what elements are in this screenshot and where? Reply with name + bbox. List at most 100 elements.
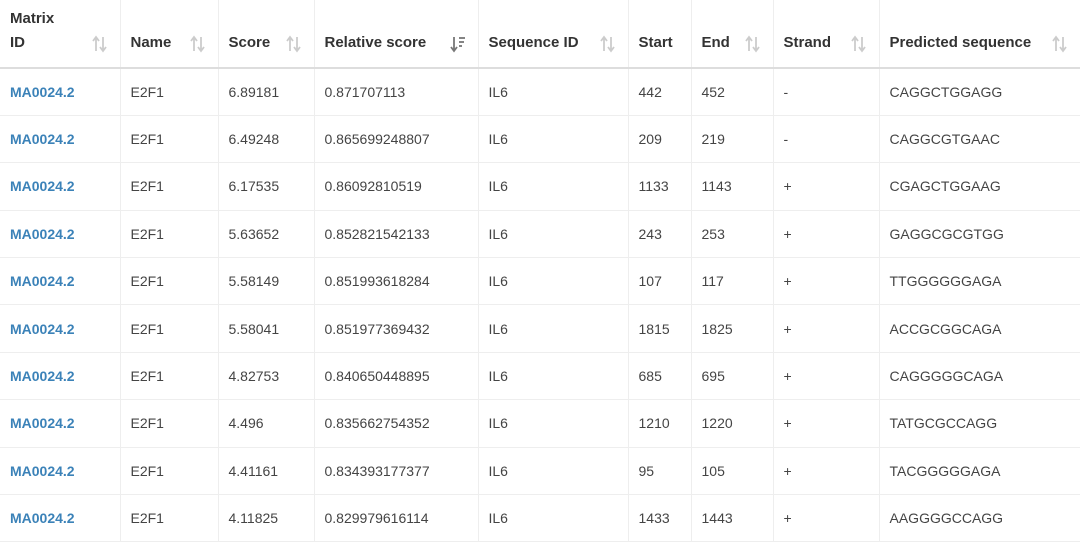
cell-value: 0.851993618284 xyxy=(324,273,430,290)
cell-name: E2F1 xyxy=(120,447,219,496)
cell-value: 0.871707113 xyxy=(324,83,406,100)
cell-score: 4.496 xyxy=(218,399,315,448)
table-row: MA0024.2 E2F1 5.58041 0.851977369432 IL6 1815… xyxy=(0,304,1080,353)
cell-value: 209 xyxy=(638,131,662,148)
column-header-start[interactable]: Start xyxy=(628,0,692,69)
cell-start: 209 xyxy=(628,115,692,164)
cell-score: 6.49248 xyxy=(218,115,315,164)
column-header-end[interactable]: End xyxy=(691,0,774,69)
cell-strand: - xyxy=(773,68,880,116)
cell-predicted-sequence: CAGGCTGGAGG xyxy=(879,68,1080,116)
sort-both-icon[interactable] xyxy=(850,35,867,53)
cell-value: + xyxy=(783,462,792,479)
cell-start: 1210 xyxy=(628,399,692,448)
cell-sequence-id: IL6 xyxy=(478,162,629,211)
cell-value: 6.49248 xyxy=(228,131,280,148)
cell-name: E2F1 xyxy=(120,68,219,116)
matrix-id-link[interactable]: MA0024.2 xyxy=(10,463,75,479)
sort-both-icon[interactable] xyxy=(285,35,302,53)
cell-matrix-id: MA0024.2 xyxy=(0,352,121,401)
column-header-strand[interactable]: Strand xyxy=(773,0,880,69)
cell-matrix-id: MA0024.2 xyxy=(0,494,121,542)
cell-end: 1443 xyxy=(691,494,774,542)
cell-value: E2F1 xyxy=(130,131,164,148)
sort-descending-icon[interactable] xyxy=(449,35,466,53)
cell-value: + xyxy=(783,273,792,290)
cell-value: 0.865699248807 xyxy=(324,131,430,148)
cell-value: 1133 xyxy=(638,178,669,195)
cell-name: E2F1 xyxy=(120,257,219,306)
cell-relative-score: 0.840650448895 xyxy=(314,352,479,401)
cell-value: IL6 xyxy=(488,415,508,432)
cell-value: ACCGCGGCAGA xyxy=(889,320,1002,337)
matrix-id-link[interactable]: MA0024.2 xyxy=(10,131,75,147)
sort-both-icon[interactable] xyxy=(91,35,108,53)
cell-value: 1143 xyxy=(701,178,732,195)
cell-value: TATGCGCCAGG xyxy=(889,415,998,432)
cell-value: TTGGGGGGAGA xyxy=(889,273,1002,290)
cell-value: IL6 xyxy=(488,462,508,479)
cell-value: 0.851977369432 xyxy=(324,320,430,337)
cell-sequence-id: IL6 xyxy=(478,352,629,401)
cell-value: + xyxy=(783,368,792,385)
cell-value: 0.852821542133 xyxy=(324,225,430,242)
cell-end: 452 xyxy=(691,68,774,116)
cell-value: E2F1 xyxy=(130,225,164,242)
results-table: Matrix ID Name Score Relative score Sequence… xyxy=(0,0,1080,542)
cell-value: 442 xyxy=(638,83,662,100)
column-header-name[interactable]: Name xyxy=(120,0,219,69)
cell-matrix-id: MA0024.2 xyxy=(0,257,121,306)
column-header-relative-score[interactable]: Relative score xyxy=(314,0,479,69)
column-header-predicted-sequence[interactable]: Predicted sequence xyxy=(879,0,1080,69)
cell-value: E2F1 xyxy=(130,510,164,527)
matrix-id-link[interactable]: MA0024.2 xyxy=(10,510,75,526)
cell-predicted-sequence: CAGGGGGCAGA xyxy=(879,352,1080,401)
matrix-id-link[interactable]: MA0024.2 xyxy=(10,226,75,242)
cell-value: CAGGGGGCAGA xyxy=(889,368,1004,385)
cell-value: 95 xyxy=(638,462,655,479)
cell-value: IL6 xyxy=(488,510,508,527)
cell-value: 117 xyxy=(701,273,724,290)
cell-score: 4.11825 xyxy=(218,494,315,542)
cell-value: E2F1 xyxy=(130,368,164,385)
cell-predicted-sequence: ACCGCGGCAGA xyxy=(879,304,1080,353)
sort-both-icon[interactable] xyxy=(599,35,616,53)
cell-start: 1815 xyxy=(628,304,692,353)
sort-both-icon[interactable] xyxy=(1052,35,1068,53)
sort-both-icon[interactable] xyxy=(744,35,761,53)
cell-value: 219 xyxy=(701,131,725,148)
cell-end: 219 xyxy=(691,115,774,164)
sort-both-icon[interactable] xyxy=(189,35,206,53)
matrix-id-link[interactable]: MA0024.2 xyxy=(10,273,75,289)
cell-score: 5.58041 xyxy=(218,304,315,353)
cell-end: 105 xyxy=(691,447,774,496)
cell-value: IL6 xyxy=(488,225,508,242)
cell-value: 1443 xyxy=(701,510,733,527)
cell-strand: + xyxy=(773,210,880,259)
cell-predicted-sequence: GAGGCGCGTGG xyxy=(879,210,1080,259)
cell-sequence-id: IL6 xyxy=(478,210,629,259)
column-header-sequence-id[interactable]: Sequence ID xyxy=(478,0,629,69)
matrix-id-link[interactable]: MA0024.2 xyxy=(10,178,75,194)
cell-predicted-sequence: CGAGCTGGAAG xyxy=(879,162,1080,211)
matrix-id-link[interactable]: MA0024.2 xyxy=(10,321,75,337)
cell-value: 0.829979616114 xyxy=(324,510,429,527)
table-row: MA0024.2 E2F1 4.11825 0.829979616114 IL6 1433… xyxy=(0,494,1080,542)
cell-value: 5.58149 xyxy=(228,273,280,290)
cell-value: 4.496 xyxy=(228,415,264,432)
cell-value: - xyxy=(783,131,789,148)
cell-start: 95 xyxy=(628,447,692,496)
matrix-id-link[interactable]: MA0024.2 xyxy=(10,84,75,100)
matrix-id-link[interactable]: MA0024.2 xyxy=(10,368,75,384)
cell-value: 4.11825 xyxy=(228,510,279,527)
cell-value: 452 xyxy=(701,83,725,100)
matrix-id-link[interactable]: MA0024.2 xyxy=(10,415,75,431)
cell-relative-score: 0.865699248807 xyxy=(314,115,479,164)
cell-value: 0.840650448895 xyxy=(324,368,430,385)
column-header-matrix-id[interactable]: Matrix ID xyxy=(0,0,121,69)
column-header-score[interactable]: Score xyxy=(218,0,315,69)
cell-value: E2F1 xyxy=(130,415,164,432)
cell-strand: + xyxy=(773,447,880,496)
cell-value: 1433 xyxy=(638,510,670,527)
cell-name: E2F1 xyxy=(120,210,219,259)
